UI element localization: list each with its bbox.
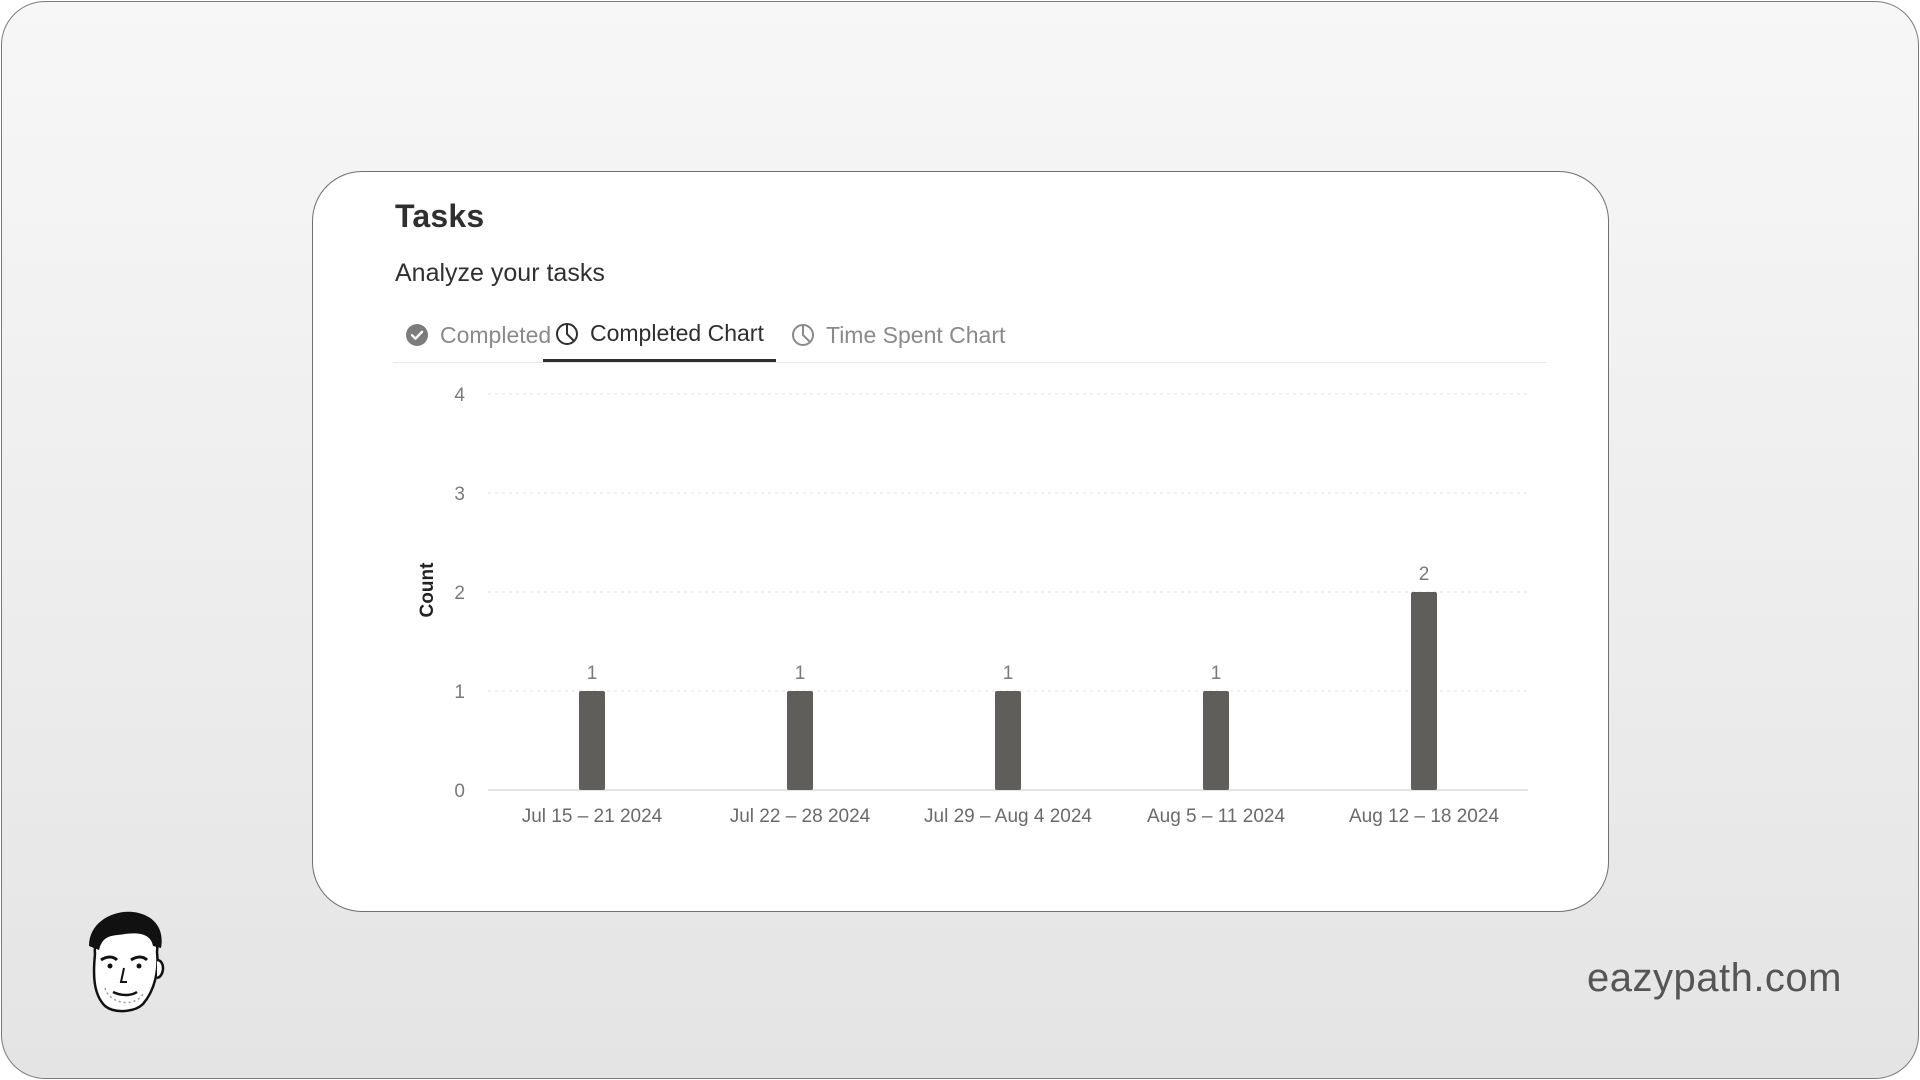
tab-completed-chart-label: Completed Chart [590,320,764,346]
view-tabs: Completed Completed Chart Time Spent Cha… [393,308,1547,363]
y-tick-label: 4 [454,385,465,406]
data-label: 2 [1419,564,1430,585]
x-tick-label: Aug 5 – 11 2024 [1147,806,1285,827]
data-label: 1 [1003,663,1014,684]
tab-time-spent-chart[interactable]: Time Spent Chart [791,308,1005,362]
pie-chart-icon [792,324,814,346]
x-tick-label: Jul 15 – 21 2024 [522,806,663,827]
bar [579,691,605,790]
page-title: Tasks [395,198,485,234]
x-tick-label: Jul 29 – Aug 4 2024 [924,806,1092,827]
data-label: 1 [795,663,806,684]
x-tick-label: Aug 12 – 18 2024 [1349,806,1499,827]
tasks-card: Tasks Analyze your tasks Completed Compl… [312,171,1609,912]
data-label: 1 [1211,663,1222,684]
check-circle-icon [406,324,428,346]
tab-completed-chart[interactable]: Completed Chart [543,308,776,362]
y-tick-label: 0 [454,781,465,802]
x-tick-label: Jul 22 – 28 2024 [730,806,871,827]
y-tick-label: 2 [454,583,465,604]
completed-chart: 0 1 2 3 4 Count 1 Jul 15 – 21 2024 1 Jul 22 – 28 … [393,382,1547,882]
window-frame: Tasks Analyze your tasks Completed Compl… [1,1,1919,1079]
y-axis-label: Count [417,562,438,618]
avatar [89,911,165,1013]
tab-time-spent-chart-label: Time Spent Chart [826,321,1006,348]
data-label: 1 [587,663,598,684]
page-subtitle: Analyze your tasks [395,259,605,287]
bar [995,691,1021,790]
bar-chart: 0 1 2 3 4 Count 1 Jul 15 – 21 2024 1 Jul 22 – 28 … [417,385,1528,827]
tab-completed[interactable]: Completed [405,308,551,362]
bar [1203,691,1229,790]
y-tick-label: 1 [454,682,465,703]
pie-chart-icon [556,322,578,345]
bar [787,691,813,790]
bar [1411,592,1437,790]
brand-text: eazypath.com [1586,956,1842,1000]
y-tick-label: 3 [454,484,465,505]
tab-completed-label: Completed [440,321,552,348]
